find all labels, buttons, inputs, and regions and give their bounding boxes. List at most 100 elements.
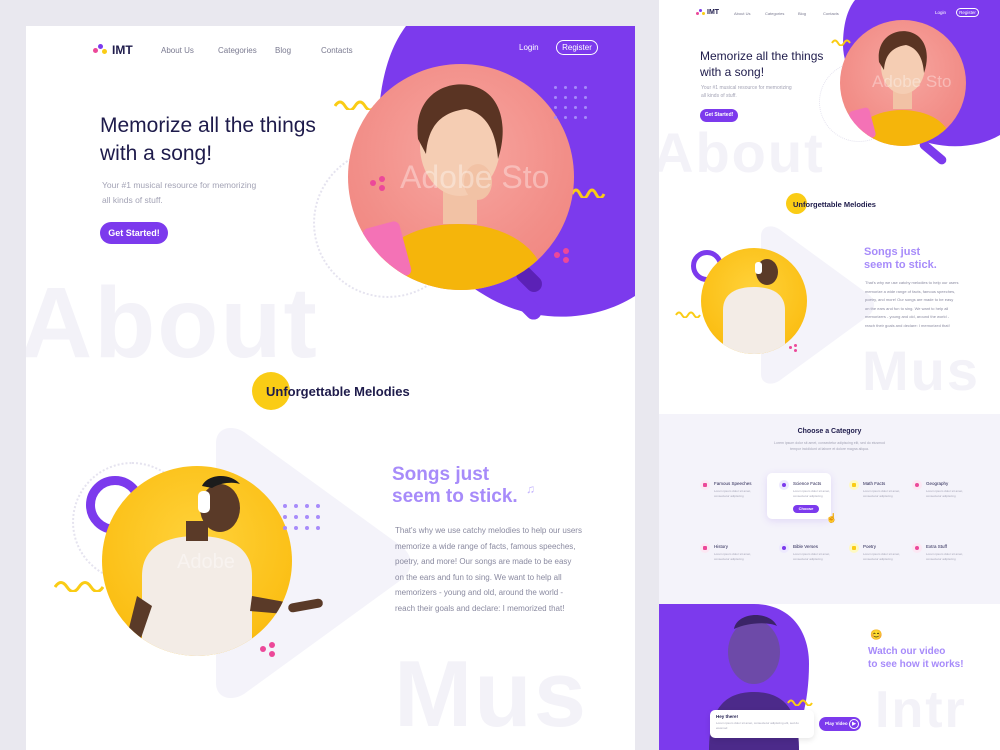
ghost-text-about: About	[659, 121, 825, 184]
hero-title-line-2: with a song!	[100, 142, 213, 165]
math-icon	[852, 483, 856, 487]
categories-subtitle: Lorem ipsum dolor sit amet, consectetur …	[659, 440, 1000, 452]
register-button[interactable]: Register	[956, 8, 979, 17]
nav-categories[interactable]: Categories	[765, 11, 784, 16]
category-geography[interactable]: Geography Lorem ipsum dolor sit amet, con…	[912, 480, 972, 506]
squiggle-decoration	[54, 581, 104, 592]
hero-title-line-1: Memorize all the things	[700, 49, 824, 63]
songs-body-line: poetry, and more! Our songs are made to …	[395, 557, 572, 566]
music-note-icon: ♫	[526, 482, 535, 496]
songs-body-line: poetry, and more! Our songs are made to …	[865, 297, 954, 302]
dot-grid-decoration	[283, 504, 327, 537]
category-label: Extra Stuff	[926, 544, 947, 549]
landing-page-overview: IMT About Us Categories Blog Contacts Lo…	[659, 0, 1000, 750]
hero-title: Memorize all the things with a song!	[100, 112, 316, 168]
melodies-heading: Unforgettable Melodies	[266, 384, 410, 399]
hero-subtitle-line-1: Your #1 musical resource for memorizing	[701, 85, 792, 91]
hero-subtitle: Your #1 musical resource for memorizing …	[701, 84, 792, 100]
songs-body: That's why we use catchy melodies to hel…	[395, 523, 582, 616]
category-math-facts[interactable]: Math Facts Lorem ipsum dolor sit amet, co…	[849, 480, 909, 506]
login-link[interactable]: Login	[935, 10, 946, 15]
category-bible-verses[interactable]: Bible Verses Lorem ipsum dolor sit amet,…	[779, 543, 839, 569]
play-video-button[interactable]: Play Video ▶	[819, 717, 861, 731]
choose-button[interactable]: Choose	[793, 505, 819, 513]
brand-name[interactable]: IMT	[707, 9, 719, 16]
category-label: Poetry	[863, 544, 877, 549]
globe-icon	[915, 483, 919, 487]
category-famous-speeches[interactable]: Famous Speeches Lorem ipsum dolor sit am…	[700, 480, 760, 506]
dot-grid-decoration	[554, 86, 594, 126]
category-desc: Lorem ipsum dolor sit amet, consectetur a…	[714, 489, 751, 499]
cursor-icon: ☝	[826, 513, 838, 523]
songs-body-line: on the ears and fun to sing. We want to …	[395, 572, 562, 582]
category-science-facts[interactable]: Science Facts Lorem ipsum dolor sit amet…	[779, 480, 839, 506]
science-icon	[782, 483, 786, 487]
songs-body-line: memorize a wide range of facts, famous s…	[865, 288, 956, 294]
songs-body-line: memorizers - young and old, around the w…	[865, 314, 950, 319]
category-poetry[interactable]: Poetry Lorem ipsum dolor sit amet, consec…	[849, 543, 909, 569]
hero-subtitle: Your #1 musical resource for memorizing …	[102, 178, 256, 208]
category-label: Science Facts	[793, 481, 822, 486]
songs-body-line: reach their goals and declare: I memoriz…	[865, 322, 950, 328]
login-link[interactable]: Login	[519, 43, 539, 52]
category-label: Bible Verses	[793, 544, 819, 549]
video-heading-line-2: to see how it works!	[868, 659, 964, 670]
category-desc-line: consectetur adipiscing	[714, 557, 744, 561]
category-desc-line: consectetur adipiscing	[863, 557, 893, 561]
hero-title-line-1: Memorize all the things	[100, 114, 316, 137]
songs-body-line: reach their goals and declare: I memoriz…	[395, 603, 565, 613]
video-heading-line-1: Watch our video	[868, 646, 946, 657]
nav-contacts[interactable]: Contacts	[823, 11, 839, 16]
history-icon	[703, 546, 707, 550]
squiggle-decoration	[571, 188, 606, 198]
chat-title: Hey there!	[716, 714, 739, 719]
category-label: Famous Speeches	[714, 481, 752, 486]
nav-about-us[interactable]: About Us	[734, 11, 750, 16]
category-desc: Lorem ipsum dolor sit amet, consectetur a…	[714, 552, 751, 562]
category-extra-stuff[interactable]: Extra Stuff Lorem ipsum dolor sit amet, c…	[912, 543, 972, 569]
songs-body-line: memorize a wide range of facts, famous s…	[395, 541, 576, 551]
nav-contacts[interactable]: Contacts	[321, 46, 353, 55]
get-started-button[interactable]: Get Started!	[100, 222, 168, 244]
hero-subtitle-line-2: all kinds of stuff.	[102, 195, 163, 205]
category-history[interactable]: History Lorem ipsum dolor sit amet, conse…	[700, 543, 760, 569]
play-icon: ▶	[849, 719, 859, 729]
squiggle-decoration	[787, 699, 813, 706]
songs-heading-line-1: Songs just	[392, 464, 490, 485]
songs-body-line: memorizers - young and old, around the w…	[395, 588, 564, 597]
register-button[interactable]: Register	[556, 40, 598, 55]
book-icon	[782, 546, 786, 550]
hero-subtitle-line-2: all kinds of stuff.	[701, 93, 737, 99]
ghost-text-intro: Intr	[875, 681, 967, 739]
nav-blog[interactable]: Blog	[275, 46, 291, 55]
logo-icon[interactable]	[696, 9, 705, 17]
watermark-text: Adobe Sto	[400, 159, 550, 195]
category-desc-line: consectetur adipiscing	[863, 494, 893, 498]
nav-about-us[interactable]: About Us	[161, 46, 194, 55]
category-desc: Lorem ipsum dolor sit amet, consectetur a…	[863, 552, 900, 562]
category-label: Math Facts	[863, 481, 886, 486]
songs-heading-line-2: seem to stick.	[392, 486, 518, 507]
category-label: History	[714, 544, 729, 549]
watermark-text: Adobe Sto	[872, 72, 952, 91]
category-desc: Lorem ipsum dolor sit amet, consectetur a…	[793, 552, 830, 562]
songs-body: That's why we use catchy melodies to hel…	[865, 279, 958, 330]
logo-icon[interactable]	[93, 44, 107, 56]
nav-categories[interactable]: Categories	[218, 46, 257, 55]
songs-body-line: on the ears and fun to sing. We want to …	[865, 305, 949, 311]
ghost-text-music: Mus	[394, 641, 588, 746]
category-desc: Lorem ipsum dolor sit amet, consectetur a…	[863, 489, 900, 499]
songs-heading-line-1: Songs just	[864, 246, 921, 258]
ghost-text-music: Mus	[862, 339, 980, 402]
star-icon	[915, 546, 919, 550]
nav-blog[interactable]: Blog	[798, 11, 806, 16]
landing-page-desktop: IMT About Us Categories Blog Contacts Lo…	[26, 26, 635, 750]
play-video-label: Play Video	[825, 721, 848, 726]
categories-heading: Choose a Category	[797, 428, 862, 435]
category-desc: Lorem ipsum dolor sit amet, consectetur a…	[793, 489, 830, 499]
songs-body-line: That's why we use catchy melodies to hel…	[865, 280, 959, 285]
feather-icon	[852, 546, 856, 550]
category-desc: Lorem ipsum dolor sit amet, consectetur a…	[926, 489, 963, 499]
brand-name[interactable]: IMT	[112, 43, 133, 57]
hero-title-line-2: with a song!	[700, 65, 765, 79]
